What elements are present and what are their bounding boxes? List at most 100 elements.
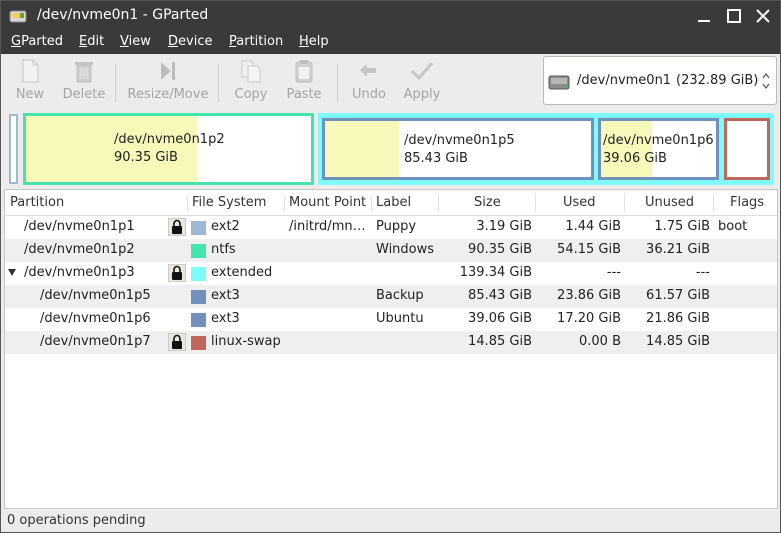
menu-help[interactable]: Help [299, 34, 329, 49]
trash-icon [75, 62, 93, 83]
title-bar: /dev/nvme0n1 - GParted [1, 1, 780, 32]
mount-point: /initrd/mn… [289, 219, 366, 234]
unused-space: 1.75 GiB [654, 219, 710, 234]
toolbar-separator [115, 64, 116, 102]
combo-arrows-icon [762, 73, 770, 89]
apply-button[interactable]: Apply [399, 58, 445, 104]
used-space-bar [601, 121, 652, 177]
unused-space: --- [695, 265, 710, 280]
partition-label: Windows [376, 242, 435, 257]
operations-pending-status: 0 operations pending [7, 513, 146, 528]
map-partition-name: /dev/nvme0n1p5 [404, 133, 515, 148]
map-partition-p7[interactable] [724, 118, 770, 180]
filesystem-color-swatch [191, 313, 206, 327]
unused-space: 14.85 GiB [646, 334, 710, 349]
close-icon[interactable] [754, 7, 772, 25]
map-partition-p1[interactable] [9, 114, 18, 184]
map-partition-size: 39.06 GiB [603, 151, 667, 166]
column-divider [284, 194, 285, 212]
undo-button[interactable]: Undo [347, 58, 391, 104]
col-label[interactable]: Label [376, 195, 411, 210]
table-row[interactable]: /dev/nvme0n1p6 ext3 Ubuntu 39.06 GiB 17.… [5, 308, 777, 331]
used-space: 17.20 GiB [557, 311, 621, 326]
maximize-icon[interactable] [725, 7, 743, 25]
used-space: 0.00 B [579, 334, 621, 349]
used-space: 1.44 GiB [565, 219, 621, 234]
col-size[interactable]: Size [474, 195, 501, 210]
menu-bar: GParted Edit View Device Partition Help [1, 32, 780, 54]
filesystem-color-swatch [191, 336, 206, 350]
filesystem-color-swatch [191, 267, 206, 281]
paste-button[interactable]: Paste [283, 58, 325, 104]
lock-icon [168, 333, 186, 351]
gparted-app-icon [9, 10, 27, 23]
partition-name: /dev/nvme0n1p1 [24, 219, 135, 234]
partition-flags: boot [718, 219, 748, 234]
device-name: /dev/nvme0n1 [577, 73, 672, 88]
resize-move-button[interactable]: Resize/Move [123, 58, 213, 104]
menu-edit[interactable]: Edit [79, 34, 104, 49]
unused-space: 21.86 GiB [646, 311, 710, 326]
window-title: /dev/nvme0n1 - GParted [37, 7, 209, 23]
used-space: 23.86 GiB [557, 288, 621, 303]
resize-arrow-icon [161, 62, 175, 80]
filesystem-color-swatch [191, 290, 206, 304]
menu-device[interactable]: Device [168, 34, 212, 49]
partition-size: 90.35 GiB [468, 242, 532, 257]
partition-size: 39.06 GiB [468, 311, 532, 326]
table-row[interactable]: /dev/nvme0n1p5 ext3 Backup 85.43 GiB 23.… [5, 285, 777, 308]
table-row[interactable]: /dev/nvme0n1p1 ext2 /initrd/mn… Puppy 3.… [5, 216, 777, 239]
column-divider [713, 194, 714, 212]
filesystem-type: extended [211, 265, 273, 280]
status-bar: 0 operations pending [1, 510, 780, 532]
gparted-window: /dev/nvme0n1 - GParted GParted Edit View… [0, 0, 781, 533]
filesystem-type: ext2 [211, 219, 240, 234]
undo-arrow-icon [360, 64, 376, 77]
menu-view[interactable]: View [120, 34, 151, 49]
col-filesystem[interactable]: File System [192, 195, 266, 210]
map-partition-p2[interactable]: /dev/nvme0n1p2 90.35 GiB [23, 113, 314, 185]
paste-clipboard-icon [295, 60, 313, 83]
partition-size: 14.85 GiB [468, 334, 532, 349]
unused-space: 36.21 GiB [646, 242, 710, 257]
delete-button[interactable]: Delete [59, 58, 109, 104]
hard-disk-icon [548, 75, 570, 90]
copy-button[interactable]: Copy [229, 58, 273, 104]
map-partition-name: /dev/nvme0n1p2 [114, 132, 225, 147]
col-flags[interactable]: Flags [730, 195, 764, 210]
col-mount-point[interactable]: Mount Point [289, 195, 366, 210]
partition-table: Partition File System Mount Point Label … [4, 189, 778, 509]
used-space-bar [325, 121, 400, 177]
partition-label: Puppy [376, 219, 417, 234]
column-divider [371, 194, 372, 212]
column-divider [438, 194, 439, 212]
partition-name: /dev/nvme0n1p5 [40, 288, 151, 303]
partition-label: Backup [376, 288, 424, 303]
partition-name: /dev/nvme0n1p7 [40, 334, 151, 349]
map-partition-p6[interactable]: /dev/nvme0n1p6 39.06 GiB [598, 118, 719, 180]
column-divider [624, 194, 625, 212]
partition-size: 85.43 GiB [468, 288, 532, 303]
filesystem-type: ext3 [211, 288, 240, 303]
menu-gparted[interactable]: GParted [11, 34, 63, 49]
copy-icon [241, 60, 261, 83]
new-button[interactable]: New [9, 58, 51, 104]
col-unused[interactable]: Unused [645, 195, 694, 210]
table-row[interactable]: /dev/nvme0n1p3 extended 139.34 GiB --- -… [5, 262, 777, 285]
table-row[interactable]: /dev/nvme0n1p2 ntfs Windows 90.35 GiB 54… [5, 239, 777, 262]
partition-size: 139.34 GiB [459, 265, 532, 280]
partition-label: Ubuntu [376, 311, 424, 326]
map-extended-partition[interactable]: /dev/nvme0n1p5 85.43 GiB /dev/nvme0n1p6 … [318, 113, 774, 185]
expander-triangle-icon[interactable] [7, 267, 17, 277]
map-partition-size: 85.43 GiB [404, 151, 468, 166]
table-row[interactable]: /dev/nvme0n1p7 linux-swap 14.85 GiB 0.00… [5, 331, 777, 354]
device-selector[interactable]: /dev/nvme0n1 (232.89 GiB) [543, 56, 777, 105]
menu-partition[interactable]: Partition [229, 34, 283, 49]
filesystem-type: ntfs [211, 242, 236, 257]
map-partition-name: /dev/nvme0n1p6 [603, 133, 714, 148]
col-partition[interactable]: Partition [10, 195, 64, 210]
minimize-icon[interactable] [695, 7, 713, 25]
map-partition-p5[interactable]: /dev/nvme0n1p5 85.43 GiB [322, 118, 594, 180]
col-used[interactable]: Used [563, 195, 596, 210]
partition-map: /dev/nvme0n1p2 90.35 GiB /dev/nvme0n1p5 … [1, 109, 780, 189]
